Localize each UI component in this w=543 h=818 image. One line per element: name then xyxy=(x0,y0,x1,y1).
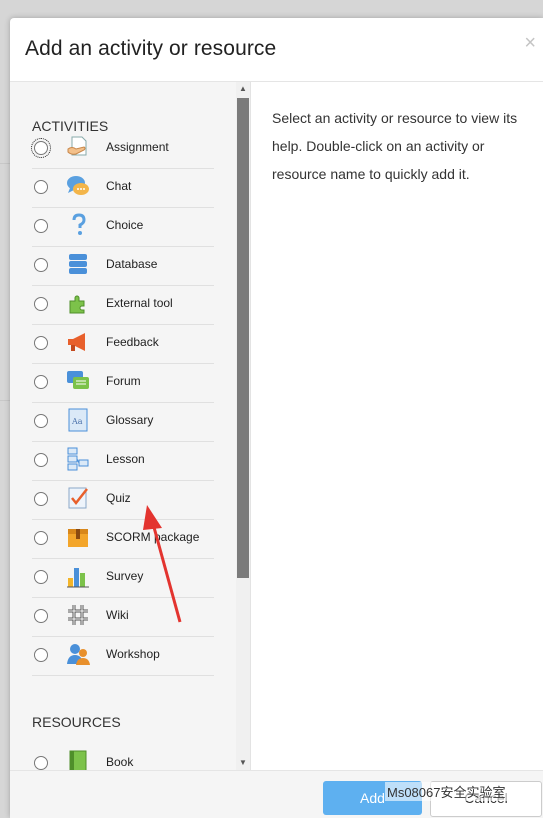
option-choice[interactable]: Choice xyxy=(32,207,214,247)
option-label: Quiz xyxy=(106,491,131,505)
option-forum[interactable]: Forum xyxy=(32,363,214,403)
option-label: Assignment xyxy=(106,140,169,154)
scroll-up-icon[interactable]: ▲ xyxy=(236,82,250,96)
option-radio[interactable] xyxy=(34,648,48,662)
dialog-header: Add an activity or resource × xyxy=(10,18,543,82)
scrollbar-thumb[interactable] xyxy=(237,98,249,578)
option-radio[interactable] xyxy=(34,180,48,194)
option-radio[interactable] xyxy=(34,531,48,545)
option-feedback[interactable]: Feedback xyxy=(32,324,214,364)
options-list[interactable]: ACTIVITIES Assignment Chat Choice Databa… xyxy=(10,82,251,770)
option-radio[interactable] xyxy=(31,138,51,158)
choice-icon xyxy=(72,213,86,235)
book-icon xyxy=(69,750,87,770)
chat-icon xyxy=(67,176,89,195)
option-book[interactable]: Book xyxy=(32,744,214,770)
scroll-down-icon[interactable]: ▼ xyxy=(236,756,250,770)
option-glossary[interactable]: Aa Glossary xyxy=(32,402,214,442)
option-label: Forum xyxy=(106,374,141,388)
option-label: Choice xyxy=(106,218,144,232)
glossary-icon: Aa xyxy=(68,408,88,432)
option-radio[interactable] xyxy=(34,375,48,389)
option-scorm-package[interactable]: SCORM package xyxy=(32,519,214,559)
workshop-icon xyxy=(67,644,90,665)
option-label: Wiki xyxy=(106,608,129,622)
watermark: Ms08067安全实验室 xyxy=(385,782,508,801)
svg-text:Aa: Aa xyxy=(71,417,83,426)
option-survey[interactable]: Survey xyxy=(32,558,214,598)
option-label: External tool xyxy=(106,296,173,310)
add-activity-dialog: Add an activity or resource × ACTIVITIES… xyxy=(10,18,543,818)
option-assignment[interactable]: Assignment xyxy=(31,129,214,169)
option-external-tool[interactable]: External tool xyxy=(32,285,214,325)
option-label: Glossary xyxy=(106,413,154,427)
backdrop-divider xyxy=(0,400,10,401)
option-label: Feedback xyxy=(106,335,159,349)
close-icon[interactable]: × xyxy=(524,32,536,55)
database-icon xyxy=(69,254,87,274)
option-radio[interactable] xyxy=(34,570,48,584)
option-radio[interactable] xyxy=(34,609,48,623)
option-radio[interactable] xyxy=(34,297,48,311)
feedback-icon xyxy=(68,333,85,351)
quiz-icon xyxy=(68,487,88,509)
option-label: Lesson xyxy=(106,452,145,466)
option-radio[interactable] xyxy=(34,258,48,272)
dialog-body: ACTIVITIES Assignment Chat Choice Databa… xyxy=(10,82,543,770)
option-radio[interactable] xyxy=(34,414,48,428)
option-label: SCORM package xyxy=(106,530,200,544)
resources-heading: RESOURCES xyxy=(32,714,121,730)
assignment-icon xyxy=(67,136,87,156)
option-label: Chat xyxy=(106,179,132,193)
option-workshop[interactable]: Workshop xyxy=(32,636,214,676)
scorm-package-icon xyxy=(68,529,88,547)
option-radio[interactable] xyxy=(34,756,48,770)
dialog-title: Add an activity or resource xyxy=(25,37,277,60)
option-radio[interactable] xyxy=(34,492,48,506)
option-label: Survey xyxy=(106,569,144,583)
option-quiz[interactable]: Quiz xyxy=(32,480,214,520)
option-lesson[interactable]: Lesson xyxy=(32,441,214,481)
external-tool-icon xyxy=(69,295,85,314)
option-chat[interactable]: Chat xyxy=(32,168,214,208)
survey-icon xyxy=(67,568,89,588)
help-text: Select an activity or resource to view i… xyxy=(272,110,518,182)
option-database[interactable]: Database xyxy=(32,246,214,286)
forum-icon xyxy=(67,371,89,389)
backdrop-divider xyxy=(0,163,10,164)
option-label: Database xyxy=(106,257,158,271)
option-wiki[interactable]: Wiki xyxy=(32,597,214,637)
lesson-icon xyxy=(67,447,89,471)
option-label: Book xyxy=(106,755,134,769)
help-panel: Select an activity or resource to view i… xyxy=(260,82,530,770)
option-label: Workshop xyxy=(106,647,160,661)
option-radio[interactable] xyxy=(34,336,48,350)
option-radio[interactable] xyxy=(34,453,48,467)
option-radio[interactable] xyxy=(34,219,48,233)
options-scrollbar[interactable]: ▲ ▼ xyxy=(236,82,250,770)
wiki-icon xyxy=(68,605,88,625)
